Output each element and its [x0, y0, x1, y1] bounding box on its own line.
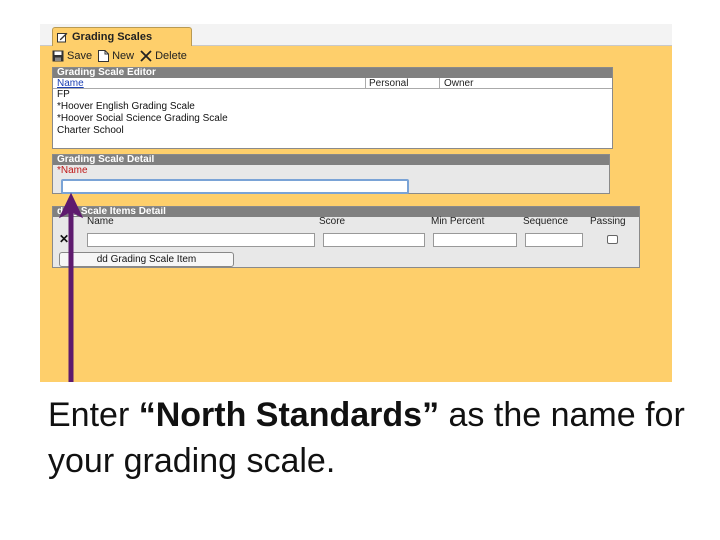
save-icon — [52, 50, 64, 62]
column-owner[interactable]: Owner — [444, 78, 473, 89]
caption-prefix: Enter — [48, 396, 139, 434]
new-button[interactable]: New — [98, 50, 134, 62]
delete-x-icon — [140, 50, 152, 62]
new-label: New — [112, 50, 135, 62]
grading-scale-detail: Grading Scale Detail *Name — [52, 154, 610, 194]
column-personal[interactable]: Personal — [369, 78, 408, 89]
item-sequence-input[interactable] — [525, 233, 583, 247]
editor-title: Grading Scale Editor — [53, 68, 612, 78]
item-passing-checkbox[interactable] — [607, 235, 618, 244]
detail-title: Grading Scale Detail — [53, 155, 609, 165]
list-item[interactable]: *Hoover English Grading Scale — [57, 101, 612, 113]
list-item[interactable]: Charter School — [57, 125, 612, 137]
editor-column-headers: Name Personal Owner — [53, 78, 612, 89]
column-item-name: Name — [87, 216, 114, 227]
grading-scale-items-detail: ding Scale Items Detail Name Score Min P… — [52, 206, 640, 268]
item-min-percent-input[interactable] — [433, 233, 517, 247]
grading-scale-editor: Grading Scale Editor Name Personal Owner… — [52, 67, 613, 149]
grading-scale-list: FP *Hoover English Grading Scale *Hoover… — [53, 89, 612, 137]
delete-label: Delete — [155, 50, 187, 62]
item-name-input[interactable] — [87, 233, 315, 247]
new-document-icon — [98, 50, 110, 62]
items-column-headers: Name Score Min Percent Sequence Passing — [53, 217, 639, 227]
tab-strip: Grading Scales — [40, 24, 672, 46]
instruction-caption: Enter “North Standards” as the name for … — [48, 392, 688, 484]
add-grading-scale-item-button[interactable]: dd Grading Scale Item — [59, 252, 234, 267]
caption-emphasis: “North Standards” — [138, 396, 440, 434]
toolbar: Save New Delete — [52, 48, 187, 64]
item-score-input[interactable] — [323, 233, 425, 247]
save-label: Save — [67, 50, 93, 62]
column-sequence: Sequence — [523, 216, 569, 227]
delete-button[interactable]: Delete — [140, 50, 187, 62]
column-score: Score — [319, 216, 346, 227]
column-divider — [439, 78, 440, 89]
list-item[interactable]: FP — [57, 89, 612, 101]
column-name[interactable]: Name — [57, 78, 84, 89]
screenshot-area: Grading Scales Save New Delete Grading S… — [40, 24, 672, 382]
column-passing: Passing — [590, 216, 626, 227]
save-button[interactable]: Save — [52, 50, 92, 62]
column-divider — [365, 78, 366, 89]
tab-grading-scales[interactable]: Grading Scales — [52, 27, 192, 46]
tab-title: Grading Scales — [72, 31, 153, 43]
column-min-percent: Min Percent — [431, 216, 485, 227]
edit-icon — [57, 32, 68, 43]
name-input[interactable] — [61, 179, 409, 194]
list-item[interactable]: *Hoover Social Science Grading Scale — [57, 113, 612, 125]
name-field-label: *Name — [57, 165, 88, 176]
row-delete-icon[interactable]: ✕ — [59, 232, 69, 246]
